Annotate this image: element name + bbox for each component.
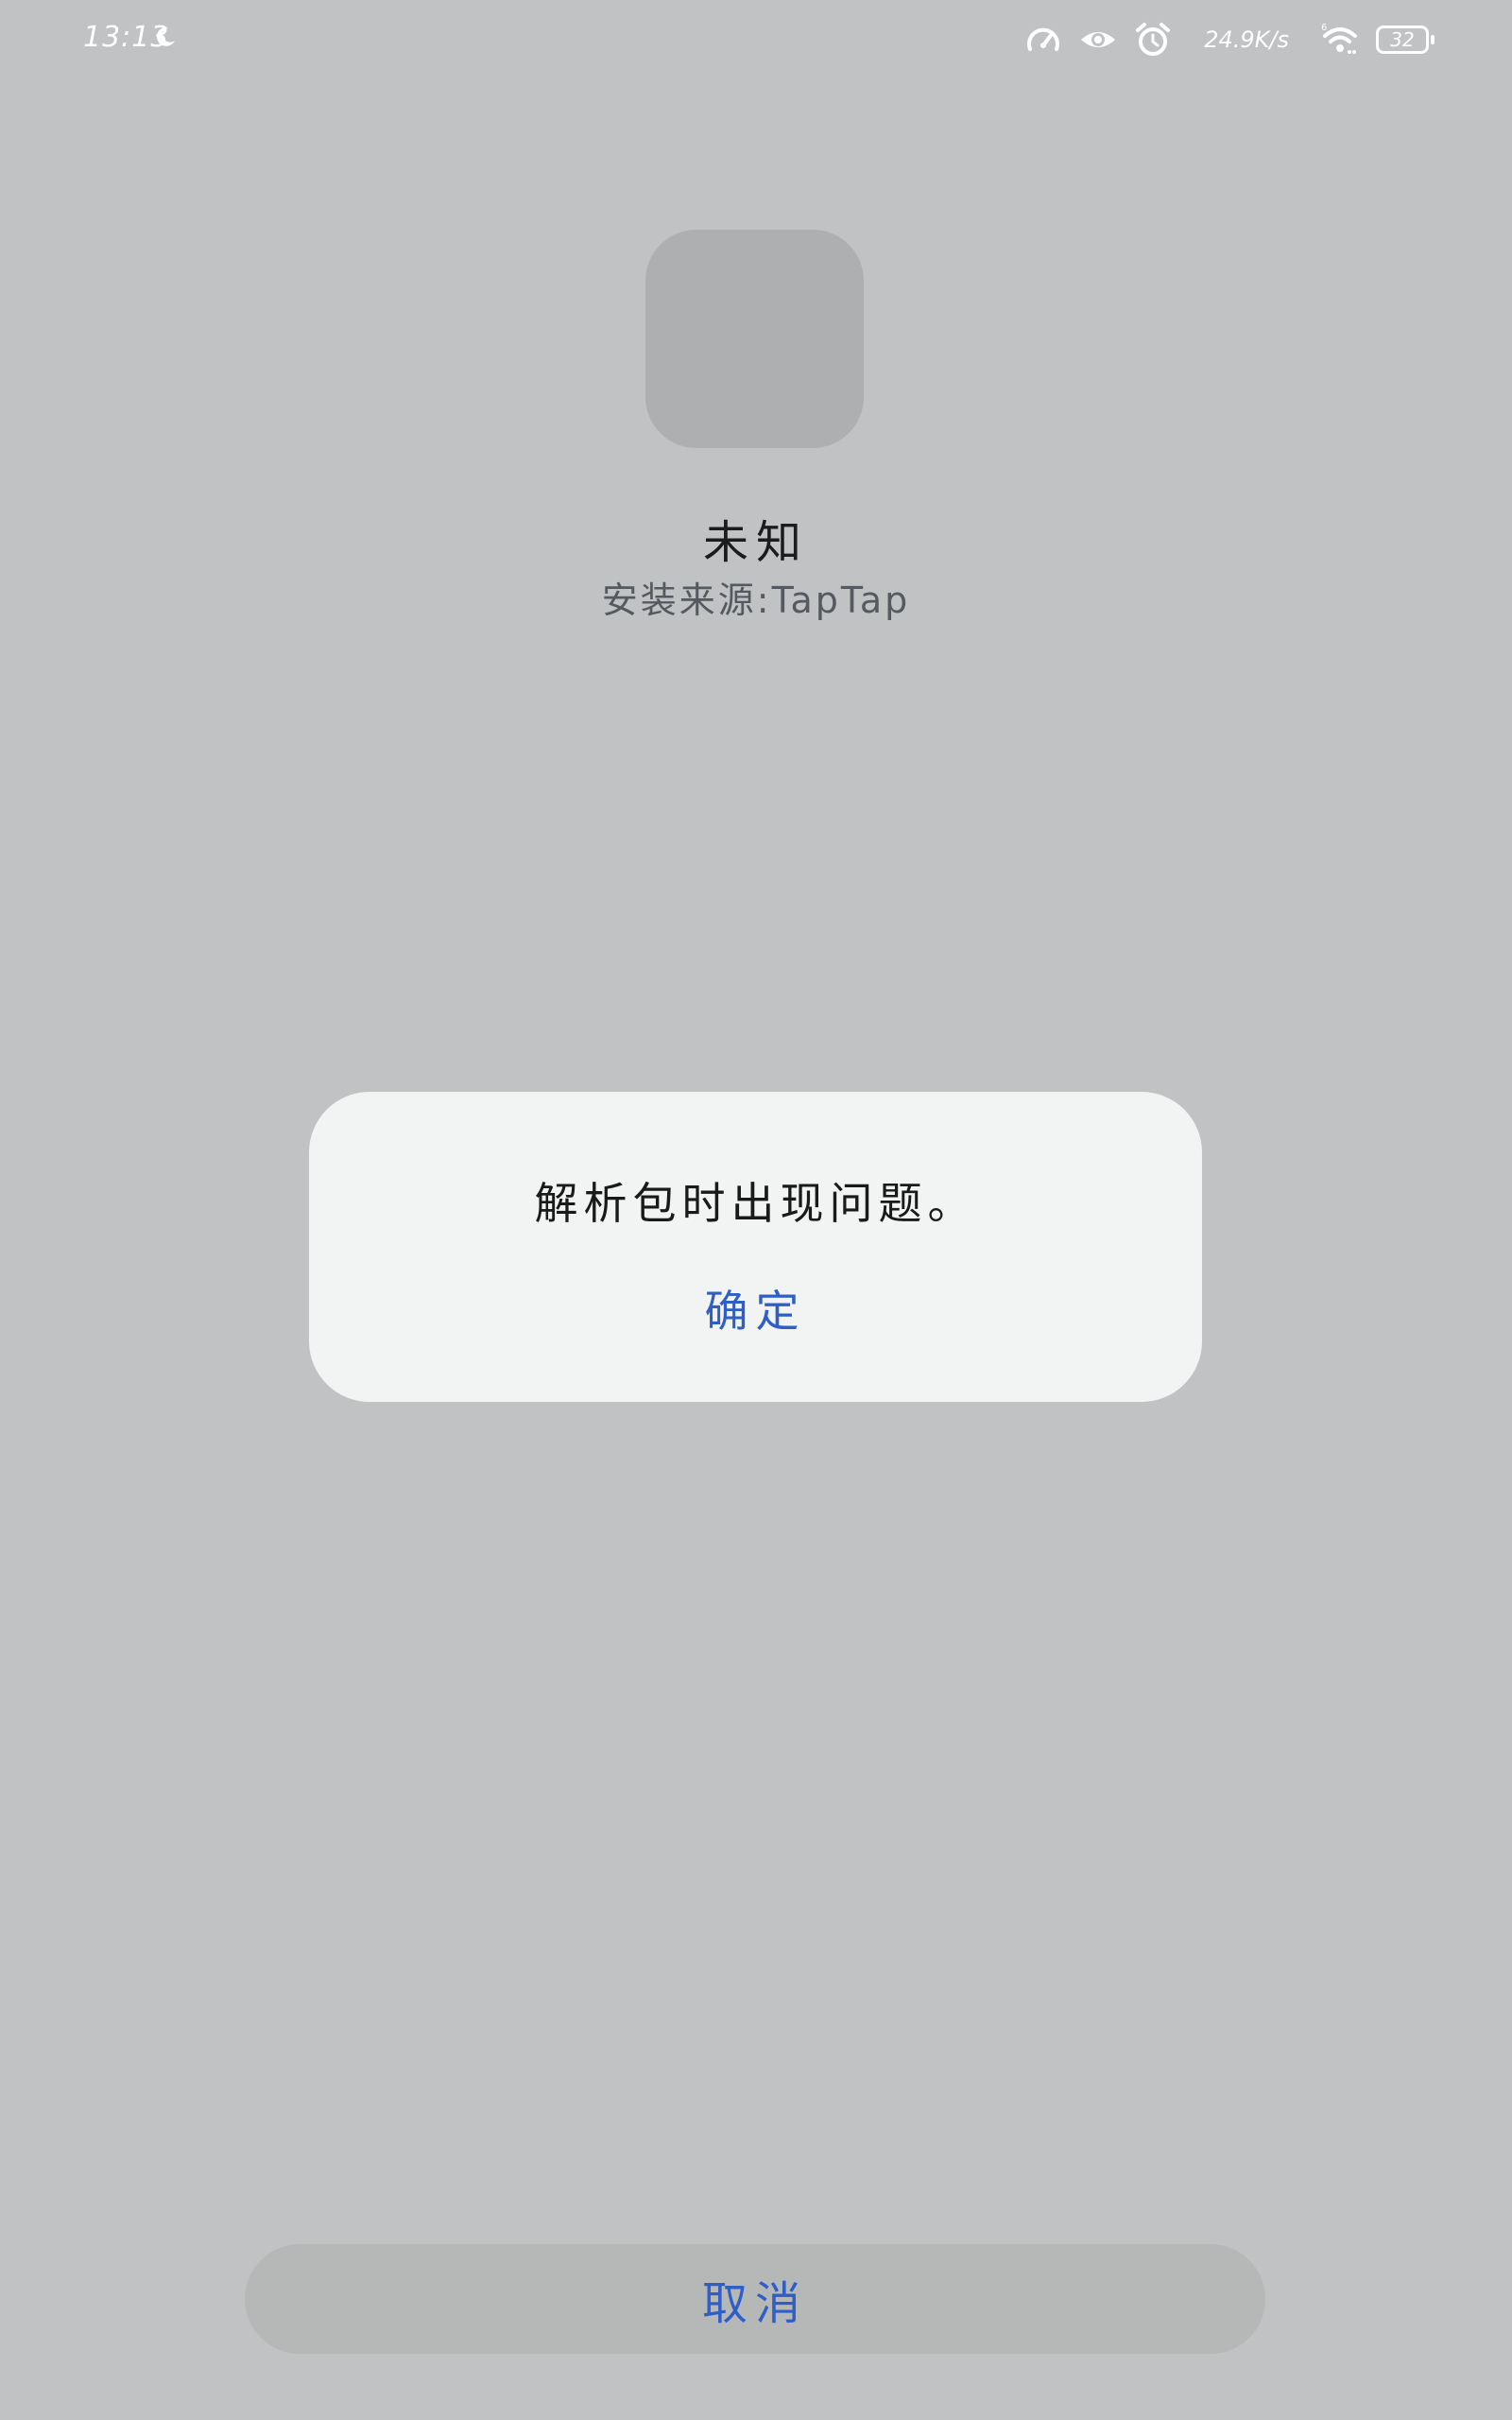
install-source: 安装来源:TapTap [601, 579, 911, 621]
cancel-button-label: 取消 [701, 2277, 808, 2330]
signal-label: 6 [1321, 23, 1327, 33]
dialog-message: 解析包时出现问题。 [534, 1178, 977, 1229]
error-dialog: 解析包时出现问题。 确定 [309, 1092, 1202, 1402]
net-speed: 24.9K/s [1204, 26, 1289, 53]
status-icons: 24.9K/s 6 32 [1024, 17, 1435, 62]
moon-icon [156, 26, 175, 46]
app-name: 未知 [702, 516, 809, 569]
confirm-button[interactable]: 确定 [649, 1273, 862, 1349]
status-bar: 13:13 24.9K/s 6 32 [0, 0, 1512, 79]
battery-level: 32 [1390, 28, 1415, 51]
alarm-icon [1136, 23, 1171, 56]
cancel-button[interactable]: 取消 [245, 2244, 1265, 2354]
battery-icon: 32 [1376, 26, 1435, 54]
app-icon-placeholder [645, 230, 864, 448]
speedometer-icon [1027, 27, 1060, 51]
wifi-icon: 6 [1321, 23, 1357, 54]
eye-icon [1081, 32, 1116, 47]
